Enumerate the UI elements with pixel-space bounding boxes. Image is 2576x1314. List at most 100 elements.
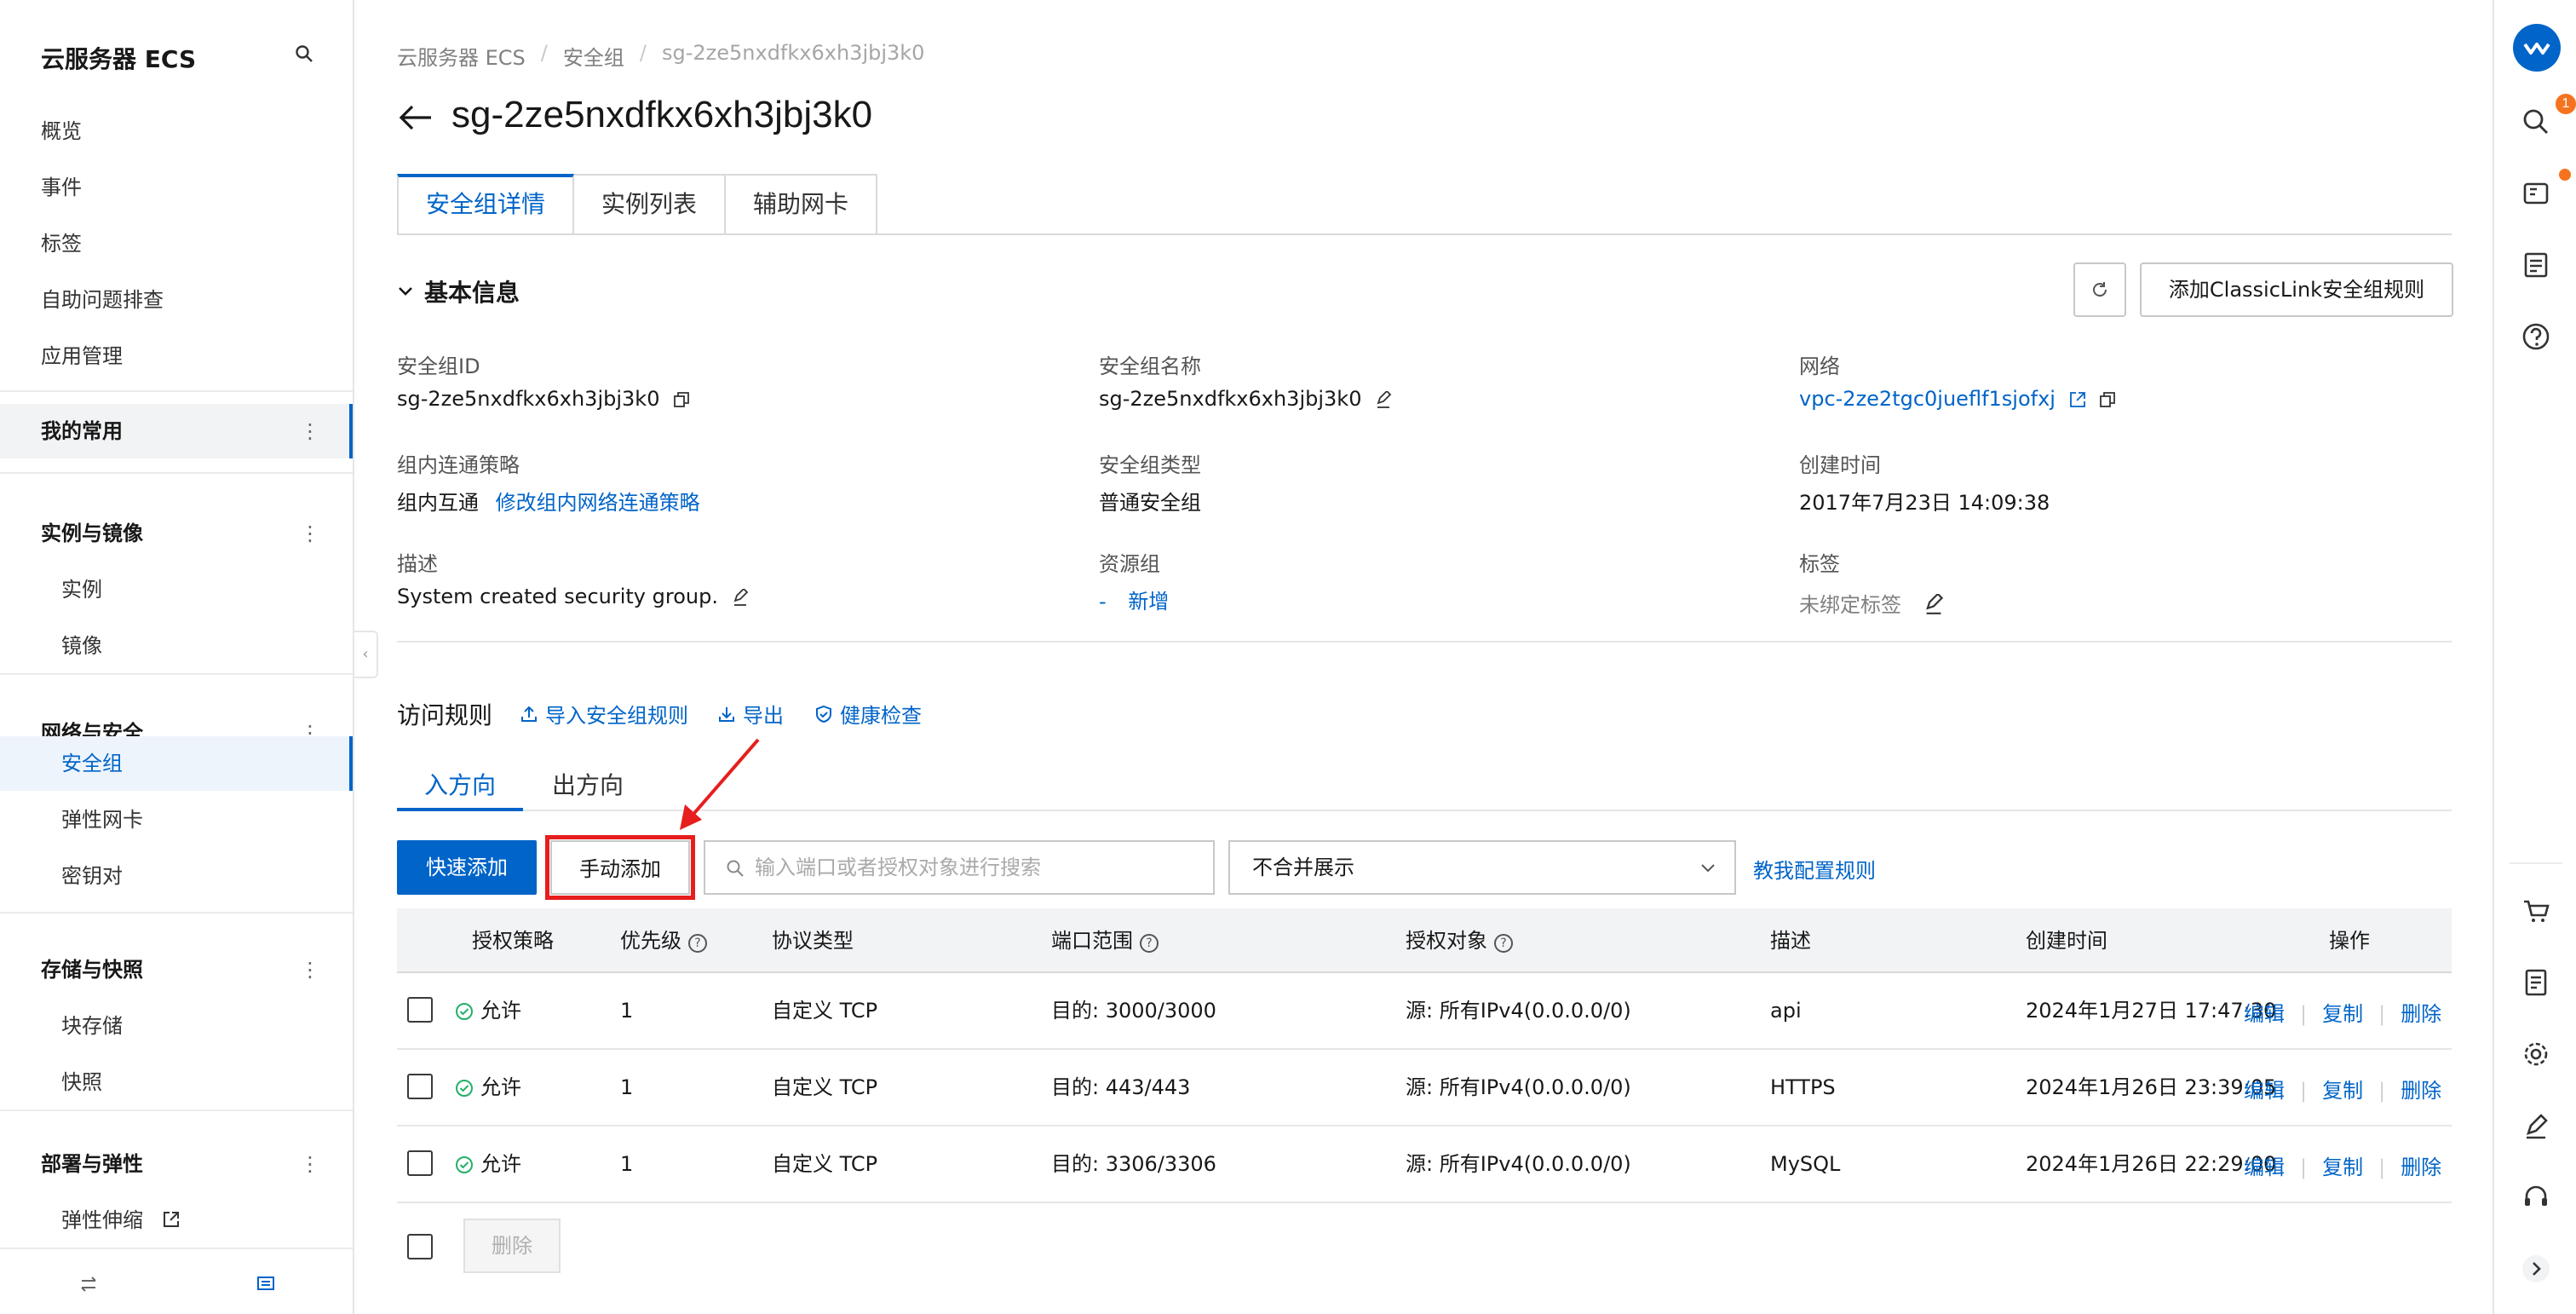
sidebar-group-instances-images[interactable]: 实例与镜像	[41, 516, 143, 550]
copy-rule-button[interactable]: 复制	[2322, 1050, 2363, 1125]
resource-group-value: - 新增	[1099, 585, 1169, 614]
delete-rule-button[interactable]: 删除	[2401, 973, 2441, 1048]
row-priority: 1	[620, 1152, 634, 1176]
export-link[interactable]: 导出	[717, 699, 784, 729]
tab-sg-details[interactable]: 安全组详情	[397, 174, 575, 235]
refresh-button[interactable]	[2073, 262, 2126, 317]
add-classiclink-rule-button[interactable]: 添加ClassicLink安全组规则	[2140, 262, 2453, 317]
more-icon[interactable]: ⋮	[300, 516, 320, 550]
book-icon[interactable]	[2520, 177, 2552, 210]
sidebar-group-deploy-elastic[interactable]: 部署与弹性	[41, 1147, 143, 1181]
breadcrumb-current: sg-2ze5nxdfkx6xh3jbj3k0	[661, 41, 925, 65]
expand-icon[interactable]	[2520, 1253, 2552, 1285]
delete-rule-button[interactable]: 删除	[2401, 1127, 2441, 1202]
col-priority-label: 优先级	[620, 929, 681, 953]
copy-icon[interactable]	[2099, 391, 2116, 408]
add-resource-group-link[interactable]: 新增	[1128, 590, 1169, 614]
col-actions: 操作	[2329, 929, 2370, 953]
external-link-icon	[163, 1212, 179, 1227]
import-rules-link[interactable]: 导入安全组规则	[520, 699, 688, 729]
notification-badge: 1	[2556, 94, 2576, 114]
basic-info-toggle[interactable]: 基本信息	[397, 274, 520, 308]
sidebar-item-snapshots[interactable]: 快照	[61, 1065, 102, 1099]
back-arrow-icon[interactable]	[397, 99, 434, 136]
policy-value: 组内互通 修改组内网络连通策略	[397, 486, 700, 516]
health-check-link[interactable]: 健康检查	[814, 699, 922, 729]
settings-icon[interactable]	[2520, 1038, 2552, 1070]
checklist-icon[interactable]	[2520, 249, 2552, 281]
breadcrumb-security-groups[interactable]: 安全组	[563, 41, 624, 71]
help-icon[interactable]: ?	[688, 934, 707, 953]
breadcrumb-separator: /	[540, 41, 548, 65]
more-icon[interactable]: ⋮	[300, 1147, 320, 1181]
sidebar-item-key-pairs[interactable]: 密钥对	[61, 859, 123, 893]
copy-rule-button[interactable]: 复制	[2322, 1127, 2363, 1202]
merge-display-select[interactable]: 不合并展示	[1228, 840, 1736, 895]
message-icon[interactable]	[256, 1275, 276, 1294]
delete-rule-button[interactable]: 删除	[2401, 1050, 2441, 1125]
sg-name-text: sg-2ze5nxdfkx6xh3jbj3k0	[1099, 387, 1362, 411]
help-icon[interactable]: ?	[1494, 934, 1513, 953]
edit-icon[interactable]	[732, 589, 749, 606]
sidebar-item-block-storage[interactable]: 块存储	[61, 1009, 123, 1043]
row-checkbox[interactable]	[407, 1150, 433, 1176]
more-icon[interactable]: ⋮	[300, 414, 320, 448]
help-icon[interactable]: ?	[1140, 934, 1159, 953]
vpc-link[interactable]: vpc-2ze2tgc0jueflf1sjofxj	[1799, 387, 2056, 411]
rule-search-input[interactable]: 输入端口或者授权对象进行搜索	[704, 840, 1215, 895]
logo-icon[interactable]	[2513, 24, 2561, 72]
tag-text: 未绑定标签	[1799, 593, 1901, 617]
sidebar-item-security-groups[interactable]: 安全组	[61, 746, 123, 781]
copy-icon[interactable]	[673, 391, 690, 408]
row-checkbox[interactable]	[407, 997, 433, 1023]
sidebar-item-images[interactable]: 镜像	[61, 629, 102, 663]
search-icon[interactable]	[295, 44, 313, 63]
quick-add-button[interactable]: 快速添加	[397, 840, 537, 895]
sidebar-item-auto-scaling[interactable]: 弹性伸缩	[61, 1203, 181, 1237]
switch-icon[interactable]	[78, 1275, 99, 1294]
collapse-sidebar-handle[interactable]: ‹	[354, 631, 378, 678]
sidebar-group-storage-snapshots[interactable]: 存储与快照	[41, 953, 143, 987]
edit-tag-icon[interactable]	[1923, 594, 1944, 614]
sidebar-item-events[interactable]: 事件	[41, 170, 82, 205]
edit-rule-button[interactable]: 编辑	[2244, 1127, 2285, 1202]
help-icon[interactable]	[2520, 320, 2552, 353]
edit-rule-button[interactable]: 编辑	[2244, 973, 2285, 1048]
sidebar-item-app-management[interactable]: 应用管理	[41, 339, 123, 373]
select-all-checkbox[interactable]	[407, 1234, 433, 1259]
teach-config-rules-link[interactable]: 教我配置规则	[1753, 854, 1876, 884]
breadcrumb-ecs[interactable]: 云服务器 ECS	[397, 41, 526, 71]
bulk-delete-button[interactable]: 删除	[463, 1219, 561, 1273]
tab-outbound[interactable]: 出方向	[552, 767, 624, 801]
row-source: 源: 所有IPv4(0.0.0.0/0)	[1406, 1075, 1631, 1099]
breadcrumb: 云服务器 ECS / 安全组 / sg-2ze5nxdfkx6xh3jbj3k0	[397, 41, 924, 71]
edit-icon[interactable]	[1375, 391, 1392, 408]
edit-rule-button[interactable]: 编辑	[2244, 1050, 2285, 1125]
tab-instance-list[interactable]: 实例列表	[574, 174, 727, 235]
import-rules-label: 导入安全组规则	[545, 704, 688, 728]
sidebar-item-tags[interactable]: 标签	[41, 227, 82, 261]
search-icon[interactable]	[2520, 106, 2552, 138]
sidebar-item-instances[interactable]: 实例	[61, 573, 102, 607]
row-checkbox[interactable]	[407, 1074, 433, 1099]
created-time-label: 创建时间	[1799, 453, 1881, 477]
external-link-icon[interactable]	[2069, 391, 2086, 408]
sidebar-item-eni[interactable]: 弹性网卡	[61, 803, 143, 837]
modify-policy-link[interactable]: 修改组内网络连通策略	[496, 491, 700, 515]
cart-icon[interactable]	[2520, 895, 2552, 927]
check-circle-icon	[456, 1080, 473, 1097]
tab-inbound[interactable]: 入方向	[424, 767, 496, 801]
divider	[2510, 862, 2562, 864]
row-actions: 编辑 | 复制 | 删除	[2244, 1050, 2441, 1125]
document-icon[interactable]	[2520, 966, 2552, 999]
support-icon[interactable]	[2520, 1181, 2552, 1213]
breadcrumb-separator: /	[639, 41, 647, 65]
edit-icon[interactable]	[2520, 1109, 2552, 1142]
sidebar-item-troubleshoot[interactable]: 自助问题排查	[41, 283, 164, 317]
col-priority: 优先级?	[620, 908, 707, 973]
sidebar-group-favorites[interactable]: 我的常用	[41, 414, 123, 448]
copy-rule-button[interactable]: 复制	[2322, 973, 2363, 1048]
sidebar-item-overview[interactable]: 概览	[41, 114, 82, 148]
tab-secondary-eni[interactable]: 辅助网卡	[726, 174, 878, 235]
more-icon[interactable]: ⋮	[300, 953, 320, 987]
